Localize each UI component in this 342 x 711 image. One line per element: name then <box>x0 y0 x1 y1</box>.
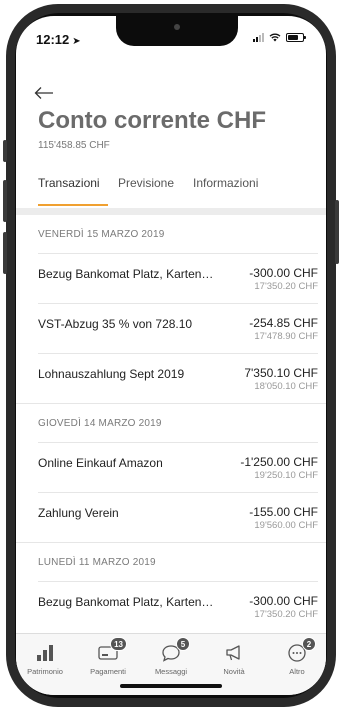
header-divider <box>16 208 326 215</box>
transaction-running-balance: 19'560.00 CHF <box>254 520 318 531</box>
tab-transazioni[interactable]: Transazioni <box>38 176 100 206</box>
transaction-amount: 7'350.10 CHF <box>244 366 318 380</box>
transaction-description: Bezug Bankomat Platz, Karten… <box>38 267 214 281</box>
tab-previsione[interactable]: Previsione <box>118 176 174 206</box>
transaction-amount: -300.00 CHF <box>249 266 318 280</box>
nav-label: Patrimonio <box>27 667 63 676</box>
transaction-row[interactable]: Bezug Bankomat Platz, Karten… -300.00 CH… <box>38 253 318 303</box>
bar-chart-icon <box>33 642 57 664</box>
battery-icon <box>286 33 306 42</box>
mute-switch <box>3 140 7 162</box>
power-button <box>335 200 339 264</box>
megaphone-icon <box>222 642 246 664</box>
nav-label: Novità <box>223 667 245 676</box>
transaction-running-balance: 19'250.10 CHF <box>254 470 318 481</box>
signal-icon <box>253 33 264 42</box>
nav-label: Altro <box>289 667 305 676</box>
notification-badge: 13 <box>110 637 127 651</box>
transaction-amount: -300.00 CHF <box>249 594 318 608</box>
transaction-row[interactable]: Lohnauszahlung Sept 2019 7'350.10 CHF 18… <box>38 353 318 403</box>
nav-novita[interactable]: Novità <box>205 642 263 676</box>
transaction-row[interactable]: Bezug Bankomat Platz, Karten… -300.00 CH… <box>38 581 318 631</box>
camera <box>174 24 180 30</box>
date-header: LUNEDÌ 11 MARZO 2019 <box>38 556 156 568</box>
notch <box>116 16 238 46</box>
tab-informazioni[interactable]: Informazioni <box>193 176 258 206</box>
transaction-running-balance: 17'478.90 CHF <box>254 331 318 342</box>
volume-down-button <box>3 232 7 274</box>
page-title: Conto corrente CHF <box>38 107 266 134</box>
chat-bubble-icon: 5 <box>159 637 190 664</box>
nav-label: Pagamenti <box>90 667 126 676</box>
transaction-description: Bezug Bankomat Platz, Karten… <box>38 595 214 609</box>
transaction-description: Zahlung Verein <box>38 506 119 520</box>
notification-badge: 2 <box>302 637 316 651</box>
status-time: 12:12 ➤ <box>36 32 81 47</box>
transaction-description: Online Einkauf Amazon <box>38 456 163 470</box>
date-header: GIOVEDÌ 14 MARZO 2019 <box>38 417 162 429</box>
volume-up-button <box>3 180 7 222</box>
location-arrow-icon: ➤ <box>72 36 81 47</box>
transaction-running-balance: 17'350.20 CHF <box>254 609 318 620</box>
transaction-row[interactable]: Online Einkauf Amazon -1'250.00 CHF 19'2… <box>38 442 318 492</box>
date-header: VENERDÌ 15 MARZO 2019 <box>38 228 165 240</box>
nav-patrimonio[interactable]: Patrimonio <box>16 642 74 676</box>
payments-icon: 13 <box>96 637 127 664</box>
back-button[interactable] <box>34 82 60 104</box>
transaction-list: VENERDÌ 15 MARZO 2019 Bezug Bankomat Pla… <box>16 215 326 631</box>
transaction-row[interactable]: VST-Abzug 35 % von 728.10 -254.85 CHF 17… <box>38 303 318 353</box>
transaction-running-balance: 17'350.20 CHF <box>254 281 318 292</box>
more-icon: 2 <box>285 637 316 664</box>
wifi-icon <box>269 33 281 42</box>
active-tab-indicator <box>38 204 108 206</box>
notification-badge: 5 <box>176 637 190 651</box>
transaction-amount: -155.00 CHF <box>249 505 318 519</box>
transaction-description: Lohnauszahlung Sept 2019 <box>38 367 185 381</box>
nav-messaggi[interactable]: 5 Messaggi <box>142 637 200 676</box>
app-screen: 12:12 ➤ Conto corrente CHF 115'458.85 CHF… <box>16 16 326 695</box>
nav-pagamenti[interactable]: 13 Pagamenti <box>79 637 137 676</box>
transaction-amount: -254.85 CHF <box>249 316 318 330</box>
nav-label: Messaggi <box>154 667 188 676</box>
transaction-row[interactable]: Zahlung Verein -155.00 CHF 19'560.00 CHF <box>38 492 318 542</box>
status-icons <box>253 33 306 42</box>
transaction-amount: -1'250.00 CHF <box>240 455 318 469</box>
back-arrow-icon <box>34 87 53 99</box>
transaction-description: VST-Abzug 35 % von 728.10 <box>38 317 193 331</box>
account-balance: 115'458.85 CHF <box>38 140 110 151</box>
home-indicator[interactable] <box>120 684 222 688</box>
transaction-running-balance: 18'050.10 CHF <box>254 381 318 392</box>
nav-altro[interactable]: 2 Altro <box>268 637 326 676</box>
